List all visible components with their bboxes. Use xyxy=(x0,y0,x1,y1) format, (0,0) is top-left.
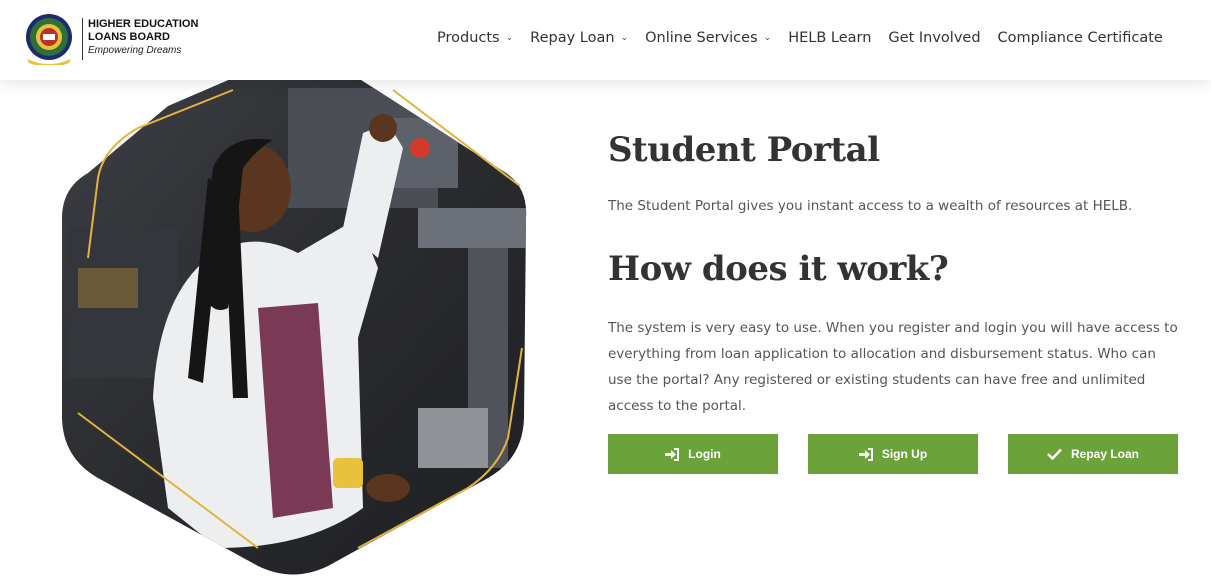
nav-item-get-involved[interactable]: Get Involved xyxy=(888,30,980,46)
hero-image xyxy=(58,78,528,578)
chevron-down-icon: ⌄ xyxy=(505,33,514,43)
login-button[interactable]: Login xyxy=(608,434,778,474)
action-buttons: Login Sign Up Repay Loan xyxy=(608,434,1208,474)
chevron-down-icon: ⌄ xyxy=(620,33,629,43)
brand-text: HIGHER EDUCATION LOANS BOARD Empowering … xyxy=(82,18,198,60)
description-text: The system is very easy to use. When you… xyxy=(608,320,1178,414)
sign-in-icon xyxy=(858,447,873,461)
helb-seal-icon xyxy=(24,13,76,67)
nav-item-label: Repay Loan xyxy=(530,30,615,46)
nav-item-online-services[interactable]: Online Services ⌄ xyxy=(645,30,771,46)
sign-up-button[interactable]: Sign Up xyxy=(808,434,978,474)
nav-item-helb-learn[interactable]: HELB Learn xyxy=(788,30,871,46)
sign-up-button-label: Sign Up xyxy=(881,447,928,461)
checkmark-icon xyxy=(1047,448,1062,460)
brand-line-1: HIGHER EDUCATION xyxy=(88,18,199,30)
main-nav: Products ⌄ Repay Loan ⌄ Online Services … xyxy=(437,30,1180,46)
sign-in-icon xyxy=(665,447,680,461)
repay-loan-button[interactable]: Repay Loan xyxy=(1008,434,1178,474)
nav-item-label: Products xyxy=(437,30,500,46)
nav-item-compliance-certificate[interactable]: Compliance Certificate xyxy=(998,30,1163,46)
nav-item-label: Get Involved xyxy=(888,30,981,46)
page-title: Student Portal xyxy=(608,130,880,170)
brand-line-2: LOANS BOARD xyxy=(88,31,170,43)
intro-text: The Student Portal gives you instant acc… xyxy=(608,198,1133,214)
portal-content: Student Portal The Student Portal gives … xyxy=(608,128,1183,419)
nav-item-label: Compliance Certificate xyxy=(997,30,1163,46)
helb-logo[interactable]: HIGHER EDUCATION LOANS BOARD Empowering … xyxy=(24,13,199,67)
nav-item-repay-loan[interactable]: Repay Loan ⌄ xyxy=(530,30,628,46)
nav-item-label: HELB Learn xyxy=(788,30,872,46)
nav-item-label: Online Services xyxy=(645,30,758,46)
site-header: HIGHER EDUCATION LOANS BOARD Empowering … xyxy=(0,0,1211,80)
repay-loan-button-label: Repay Loan xyxy=(1070,447,1139,461)
chevron-down-icon: ⌄ xyxy=(763,33,772,43)
section-title: How does it work? xyxy=(608,249,949,289)
brand-tagline: Empowering Dreams xyxy=(88,45,182,56)
nav-item-products[interactable]: Products ⌄ xyxy=(437,30,513,46)
login-button-label: Login xyxy=(688,447,721,461)
